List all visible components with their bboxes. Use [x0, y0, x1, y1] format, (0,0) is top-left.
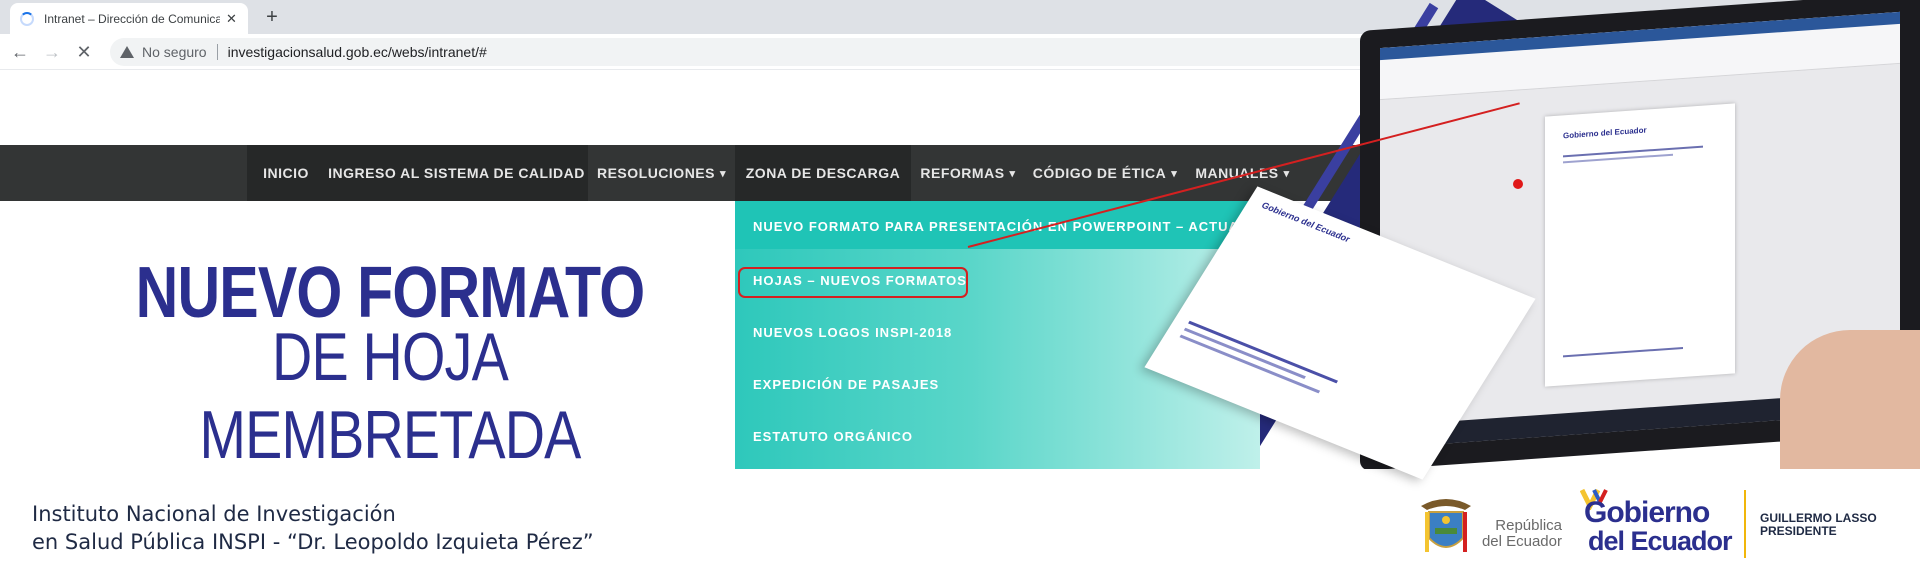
close-tab-icon[interactable]: ✕ [226, 11, 237, 27]
nav-label: INICIO [263, 165, 309, 181]
nav-item-resoluciones[interactable]: RESOLUCIONES ▾ [588, 145, 735, 201]
nav-label: REFORMAS [920, 165, 1005, 181]
new-tab-icon[interactable]: + [260, 5, 284, 29]
dropdown-item-pasajes[interactable]: EXPEDICIÓN DE PASAJES [753, 377, 939, 392]
institution-line1: Instituto Nacional de Investigación [32, 502, 396, 526]
stop-loading-icon[interactable]: ✕ [72, 40, 96, 64]
document-logo: Gobierno del Ecuador [1563, 125, 1647, 141]
logo-divider [1744, 490, 1746, 558]
address-bar[interactable]: No seguro investigacionsalud.gob.ec/webs… [110, 38, 1410, 66]
forward-arrow-icon[interactable]: → [40, 40, 64, 64]
dropdown-item-estatuto[interactable]: ESTATUTO ORGÁNICO [753, 429, 913, 444]
gobierno-line1: Gobierno [1584, 496, 1710, 529]
hand-image [1780, 330, 1920, 469]
url-text[interactable]: investigacionsalud.gob.ec/webs/intranet/… [228, 44, 487, 60]
ecuador-coat-of-arms-icon [1421, 499, 1471, 552]
president-title: PRESIDENTE [1760, 524, 1837, 538]
nav-item-codigo-etica[interactable]: CÓDIGO DE ÉTICA ▾ [1025, 145, 1185, 201]
highlight-box [738, 267, 968, 298]
loading-spinner-icon [20, 11, 34, 26]
gobierno-logo: Gobierno del Ecuador [1578, 486, 1738, 566]
dropdown-item-logos[interactable]: NUEVOS LOGOS INSPI-2018 [753, 325, 952, 340]
chevron-down-icon: ▾ [1171, 167, 1178, 180]
institution-line2: en Salud Pública INSPI - “Dr. Leopoldo I… [32, 530, 594, 554]
tab-title: Intranet – Dirección de Comunicación [44, 11, 220, 26]
nav-label: CÓDIGO DE ÉTICA [1032, 165, 1167, 181]
nav-item-sistema-calidad[interactable]: INGRESO AL SISTEMA DE CALIDAD [325, 145, 588, 201]
chevron-down-icon: ▾ [1009, 167, 1016, 180]
banner-headline-line2: DE HOJA MEMBRETADA [199, 319, 581, 473]
president-label: GUILLERMO LASSO PRESIDENTE [1760, 512, 1877, 538]
gobierno-line2: del Ecuador [1588, 526, 1733, 556]
back-arrow-icon[interactable]: ← [8, 40, 32, 64]
browser-tab[interactable]: Intranet – Dirección de Comunicación ✕ [10, 3, 248, 34]
republica-line1: República [1495, 517, 1562, 534]
nav-item-zona-descarga[interactable]: ZONA DE DESCARGA [735, 145, 911, 201]
institution-name: Instituto Nacional de Investigación en S… [32, 500, 594, 556]
nav-label: RESOLUCIONES [596, 165, 715, 181]
warning-icon[interactable] [120, 46, 134, 58]
republica-label: República del Ecuador [1480, 518, 1562, 550]
nav-item-inicio[interactable]: INICIO [247, 145, 325, 201]
nav-label: INGRESO AL SISTEMA DE CALIDAD [328, 165, 585, 181]
nav-item-reformas[interactable]: REFORMAS ▾ [911, 145, 1025, 201]
republica-line2: del Ecuador [1481, 533, 1562, 550]
annotation-dot [1513, 179, 1523, 189]
address-separator [216, 44, 218, 60]
document-page: Gobierno del Ecuador [1545, 103, 1735, 387]
chevron-down-icon: ▾ [719, 167, 727, 180]
security-label[interactable]: No seguro [142, 44, 207, 60]
nav-label: ZONA DE DESCARGA [745, 165, 901, 181]
